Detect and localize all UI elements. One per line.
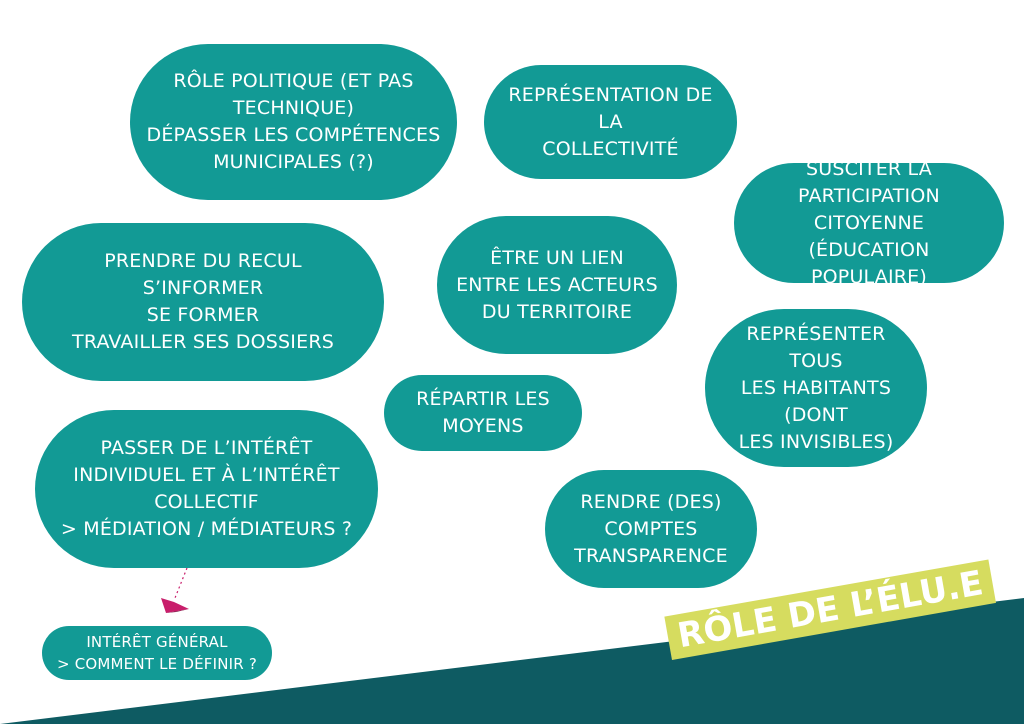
bubble-participation-citoyenne: SUSCITER LA PARTICIPATION CITOYENNE (ÉDU… — [734, 158, 1004, 288]
bubble-text: REPRÉSENTATION DE LA COLLECTIVITÉ — [508, 83, 713, 160]
bubble-repartir-moyens: RÉPARTIR LES MOYENS — [384, 375, 582, 451]
bubble-representer-habitants: REPRÉSENTER TOUS LES HABITANTS (DONT LES… — [705, 309, 927, 467]
bubble-role-politique: RÔLE POLITIQUE (ET PAS TECHNIQUE) DÉPASS… — [130, 44, 457, 200]
pointer-arrow-shadow — [166, 609, 189, 613]
pointer-arrow-icon — [161, 598, 189, 613]
bubble-text: RÉPARTIR LES MOYENS — [416, 388, 550, 437]
bubble-text: RENDRE (DES) COMPTES TRANSPARENCE — [574, 490, 728, 567]
bubble-etre-un-lien: ÊTRE UN LIEN ENTRE LES ACTEURS DU TERRIT… — [437, 216, 677, 354]
bubble-text: REPRÉSENTER TOUS LES HABITANTS (DONT LES… — [738, 322, 894, 453]
bubble-interet-general: INTÉRÊT GÉNÉRAL > COMMENT LE DÉFINIR ? — [42, 626, 272, 680]
bubble-text: PASSER DE L’INTÉRÊT INDIVIDUEL ET À L’IN… — [60, 437, 353, 540]
bubble-text: RÔLE POLITIQUE (ET PAS TECHNIQUE) DÉPASS… — [146, 70, 441, 173]
bubble-prendre-du-recul: PRENDRE DU RECUL S’INFORMER SE FORMER TR… — [22, 223, 384, 381]
bubble-rendre-comptes: RENDRE (DES) COMPTES TRANSPARENCE — [545, 470, 757, 588]
bubble-text: PRENDRE DU RECUL S’INFORMER SE FORMER TR… — [72, 250, 334, 353]
bubble-interet-collectif: PASSER DE L’INTÉRÊT INDIVIDUEL ET À L’IN… — [35, 410, 378, 568]
bubble-text: ÊTRE UN LIEN ENTRE LES ACTEURS DU TERRIT… — [456, 246, 658, 323]
bubble-text: SUSCITER LA PARTICIPATION CITOYENNE (ÉDU… — [798, 157, 940, 288]
bubble-representation-collectivite: REPRÉSENTATION DE LA COLLECTIVITÉ — [484, 65, 737, 179]
connector-dotted-line — [174, 567, 188, 599]
bubble-text: INTÉRÊT GÉNÉRAL > COMMENT LE DÉFINIR ? — [56, 633, 257, 673]
